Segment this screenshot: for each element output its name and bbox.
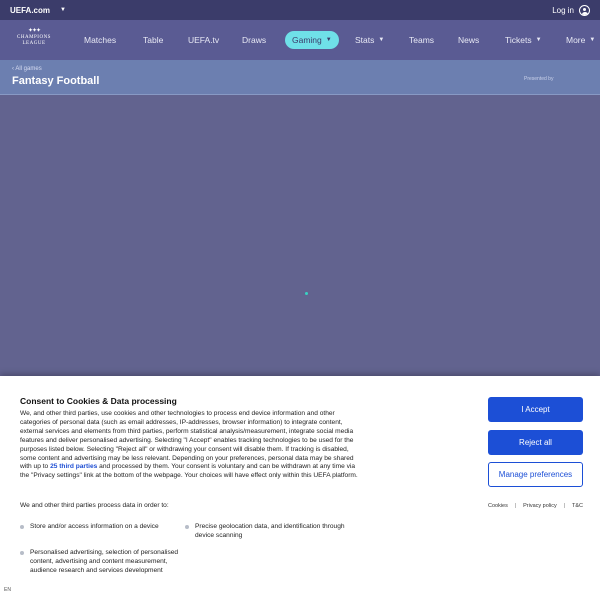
loading-spinner [305,292,308,295]
nav-draws[interactable]: Draws [242,32,266,48]
reject-all-button[interactable]: Reject all [488,430,583,455]
consent-title: Consent to Cookies & Data processing [20,396,177,406]
divider: | [514,503,517,509]
purpose-item: Store and/or access information on a dev… [20,522,185,531]
top-bar: UEFA.com ▼ Log in [0,0,600,20]
language-selector[interactable]: EN [4,587,11,593]
page-header: ‹ All games Fantasy Football Presented b… [0,60,600,95]
uefa-brand-menu[interactable]: UEFA.com ▼ [10,6,66,15]
purpose-item: Precise geolocation data, and identifica… [185,522,345,540]
terms-link[interactable]: T&C [572,503,583,509]
cookies-link[interactable]: Cookies [488,503,508,509]
chevron-down-icon: ▼ [325,37,332,43]
nav-tickets-label: Tickets [505,35,532,45]
consent-footer-links: Cookies | Privacy policy | T&C [488,503,583,509]
nav-uefatv[interactable]: UEFA.tv [188,32,219,48]
nav-stats[interactable]: Stats ▼ [355,32,384,48]
bullet-icon [20,550,24,555]
chevron-down-icon: ▼ [535,37,542,43]
purpose-item: Personalised advertising, selection of p… [20,548,185,575]
page-title: Fantasy Football [12,75,100,87]
login-button[interactable]: Log in [552,4,590,16]
nav-table[interactable]: Table [143,32,163,48]
purpose-text: Personalised advertising, selection of p… [30,549,179,574]
nav-matches[interactable]: Matches [84,32,116,48]
brand-label: UEFA.com [10,5,51,15]
user-icon [579,4,590,16]
back-link[interactable]: ‹ All games [12,66,42,72]
purposes-heading: We and other third parties process data … [20,502,169,509]
consent-banner: Consent to Cookies & Data processing We,… [0,376,600,600]
nav-news[interactable]: News [458,32,479,48]
purpose-text: Precise geolocation data, and identifica… [195,523,345,539]
starball-icon: ✦✦✦ [27,28,41,34]
bullet-icon [20,524,24,529]
nav-teams[interactable]: Teams [409,32,434,48]
main-nav: ✦✦✦ CHAMPIONS LEAGUE Matches Table UEFA.… [0,20,600,60]
third-parties-link[interactable]: 25 third parties [50,463,97,470]
privacy-policy-link[interactable]: Privacy policy [523,503,557,509]
nav-gaming-label: Gaming [292,35,322,45]
consent-text: We, and other third parties, use cookies… [20,410,365,481]
chevron-down-icon: ▼ [378,37,385,43]
consent-text-part1: We, and other third parties, use cookies… [20,410,354,471]
chevron-down-icon: ▼ [60,7,66,13]
manage-preferences-button[interactable]: Manage preferences [488,462,583,487]
divider: | [563,503,566,509]
purpose-text: Store and/or access information on a dev… [30,523,159,530]
champions-league-logo[interactable]: ✦✦✦ CHAMPIONS LEAGUE [10,28,58,54]
nav-gaming[interactable]: Gaming ▼ [285,31,339,49]
nav-tickets[interactable]: Tickets ▼ [505,32,542,48]
presented-by: Presented by [524,76,554,82]
nav-stats-label: Stats [355,35,375,45]
login-label: Log in [552,5,574,15]
bullet-icon [185,524,189,529]
nav-more[interactable]: More ▼ [566,32,595,48]
logo-line2: LEAGUE [22,41,46,46]
chevron-down-icon: ▼ [589,37,596,43]
nav-more-label: More [566,35,586,45]
accept-button[interactable]: I Accept [488,397,583,422]
back-label: All games [15,66,42,72]
